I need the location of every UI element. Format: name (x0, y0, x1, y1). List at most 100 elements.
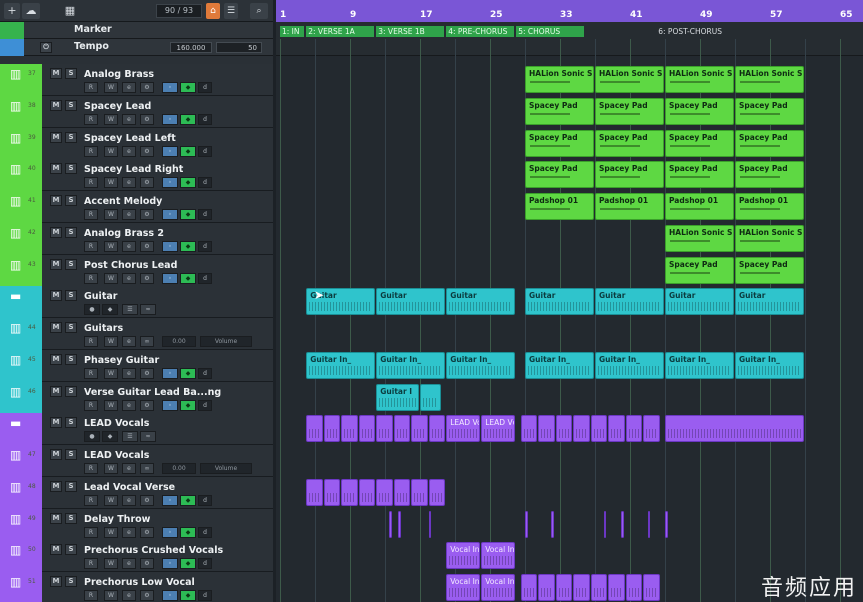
clip[interactable]: Spacey Pad (595, 161, 664, 189)
tempo-power-icon[interactable]: ⏻ (40, 42, 52, 53)
write-automation-button[interactable]: W (104, 463, 118, 474)
clip[interactable]: Guitar (446, 288, 516, 316)
clip[interactable]: Spacey Pad (735, 256, 804, 284)
solo-button[interactable]: S (65, 258, 77, 270)
record-enable-button[interactable]: ● (84, 304, 100, 316)
clip[interactable]: Guitar In_ (446, 351, 516, 379)
clip[interactable] (428, 478, 446, 506)
marker-label[interactable]: 4: PRE-CHORUS (446, 26, 515, 37)
lane-button[interactable]: d (198, 494, 212, 506)
volume-value[interactable]: 0.00 (162, 336, 196, 347)
clip[interactable]: LEAD Vo (446, 415, 481, 443)
input-routing-icon[interactable]: ⚙ (140, 272, 154, 284)
mute-button[interactable]: M (50, 544, 62, 556)
list-icon[interactable]: ☰ (224, 3, 238, 19)
clip[interactable]: Spacey Pad (665, 97, 734, 125)
mute-button[interactable]: M (50, 512, 62, 524)
clip[interactable] (665, 415, 804, 443)
home-icon[interactable]: ⌂ (206, 3, 220, 19)
clip[interactable] (590, 574, 608, 601)
mute-button[interactable]: M (50, 68, 62, 79)
clip[interactable] (608, 574, 625, 601)
lane-button[interactable]: d (198, 526, 212, 538)
track-header[interactable]: ▥ 45 M S Phasey Guitar R We ⚙ ◦ ◆ d (0, 349, 273, 382)
clip[interactable]: Padshop 01 (525, 193, 594, 220)
read-automation-button[interactable]: R (84, 526, 98, 538)
monitor-button[interactable]: ◦ (162, 209, 178, 220)
write-automation-button[interactable]: W (104, 590, 118, 601)
lane-button[interactable]: d (198, 399, 212, 411)
marker-label[interactable]: 5: CHORUS (516, 26, 585, 37)
marker-track[interactable]: Marker (0, 22, 273, 39)
clip[interactable] (393, 415, 411, 443)
clip[interactable] (603, 510, 607, 538)
record-enable-button[interactable]: ◆ (180, 177, 196, 189)
monitor-button[interactable]: ◦ (162, 367, 178, 379)
input-routing-icon[interactable]: ⚙ (140, 558, 154, 570)
mute-button[interactable]: M (50, 480, 62, 492)
clip[interactable]: Padshop 01 (735, 193, 804, 220)
clip[interactable]: Guitar In_ (735, 351, 804, 379)
clip[interactable]: Vocal In (481, 542, 516, 570)
clip[interactable] (625, 574, 643, 601)
mute-button[interactable]: M (50, 417, 62, 429)
clip[interactable]: HALion Sonic SE (595, 66, 664, 93)
track-header[interactable]: ▥ 37 M S Analog Brass R We ⚙ ◦ ◆ d (0, 64, 273, 96)
edit-button[interactable]: e (122, 494, 136, 506)
clip[interactable]: Padshop 01 (665, 193, 734, 220)
edit-button[interactable]: e (122, 399, 136, 411)
edit-button[interactable]: e (122, 145, 136, 157)
clip[interactable] (573, 574, 590, 601)
write-automation-button[interactable]: W (104, 336, 118, 347)
read-automation-button[interactable]: R (84, 590, 98, 601)
clip[interactable]: HALion Sonic SE (665, 66, 734, 93)
clip[interactable]: Spacey Pad (595, 129, 664, 157)
solo-button[interactable]: S (65, 290, 77, 302)
lane-button[interactable]: d (198, 240, 212, 252)
record-enable-button[interactable]: ◆ (180, 272, 196, 284)
clip[interactable]: Guitar (595, 288, 664, 316)
clip[interactable] (555, 574, 573, 601)
write-automation-button[interactable]: W (104, 145, 118, 157)
clip[interactable]: Vocal In (446, 574, 481, 601)
clip[interactable] (420, 383, 441, 411)
lane-button[interactable]: d (198, 145, 212, 157)
solo-button[interactable]: S (65, 68, 77, 79)
edit-button[interactable]: e (122, 272, 136, 284)
clip[interactable] (573, 415, 590, 443)
clip[interactable]: Spacey Pad (525, 97, 594, 125)
clip[interactable] (520, 415, 538, 443)
write-automation-button[interactable]: W (104, 209, 118, 220)
edit-button[interactable]: e (122, 463, 136, 474)
clip[interactable] (306, 478, 323, 506)
track-header[interactable]: ▥ 46 M S Verse Guitar Lead Ba...ng R We ⚙ ◦ ◆ d (0, 381, 273, 414)
monitor-button[interactable]: ◦ (162, 240, 178, 252)
record-enable-button[interactable]: ◆ (180, 558, 196, 570)
read-automation-button[interactable]: R (84, 558, 98, 570)
read-automation-button[interactable]: R (84, 145, 98, 157)
mute-button[interactable]: M (50, 226, 62, 238)
write-automation-button[interactable]: W (104, 113, 118, 125)
clip[interactable] (665, 510, 668, 538)
clip[interactable] (428, 510, 432, 538)
read-automation-button[interactable]: R (84, 177, 98, 189)
clip[interactable] (411, 415, 428, 443)
clip[interactable] (411, 478, 428, 506)
mute-button[interactable]: M (50, 163, 62, 175)
solo-button[interactable]: S (65, 449, 77, 460)
link-icon[interactable]: ∞ (140, 336, 154, 347)
clip[interactable]: Guitar (665, 288, 734, 316)
track-header[interactable]: ▥ 43 M S Post Chorus Lead R We ⚙ ◦ ◆ d (0, 254, 273, 287)
mute-button[interactable]: M (50, 385, 62, 397)
clip[interactable]: Spacey Pad (665, 256, 734, 284)
clip[interactable]: HALion Sonic SE (735, 224, 804, 252)
lane-button[interactable]: d (198, 177, 212, 189)
marker-label[interactable]: 6: POST-CHORUS (656, 26, 812, 37)
mute-button[interactable]: M (50, 195, 62, 206)
tempo-value-field[interactable]: 160.000 (170, 42, 212, 53)
record-enable-button[interactable]: ◆ (180, 526, 196, 538)
read-automation-button[interactable]: R (84, 113, 98, 125)
read-automation-button[interactable]: R (84, 82, 98, 93)
edit-button[interactable]: e (122, 336, 136, 347)
clip[interactable]: Guitar (525, 288, 594, 316)
